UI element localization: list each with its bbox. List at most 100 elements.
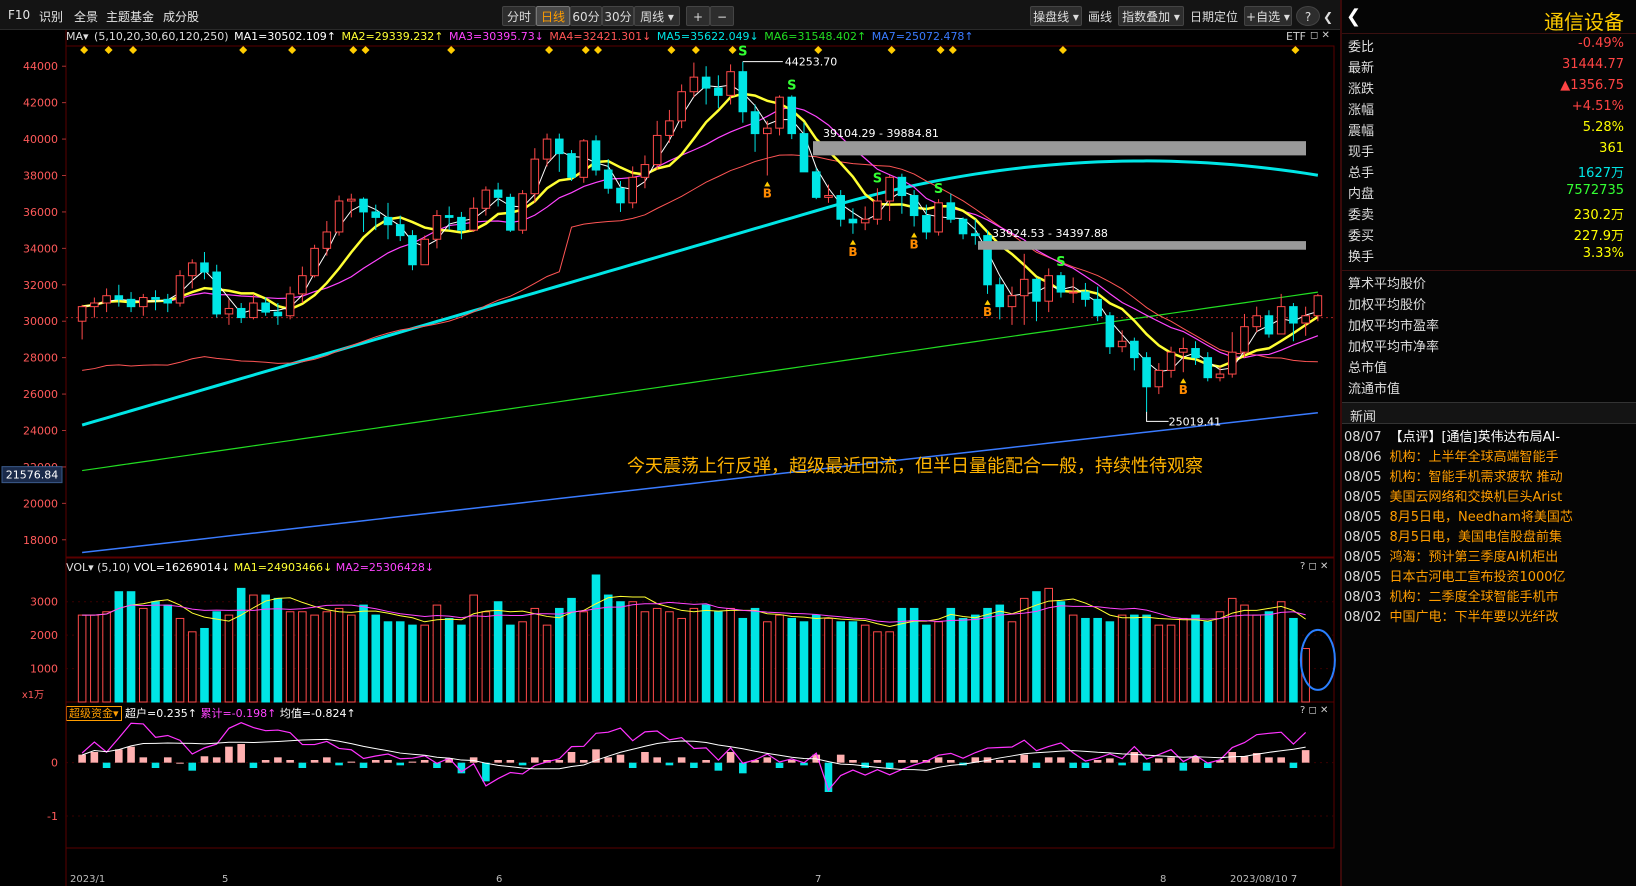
quote-value: 227.9万	[1573, 229, 1624, 244]
capital-bar	[1069, 762, 1077, 768]
trading-line-dropdown[interactable]: 操盘线 ▾	[1030, 6, 1082, 26]
signal-diamond-icon	[814, 46, 823, 54]
capital-bar	[1057, 757, 1065, 763]
add-watchlist-dropdown[interactable]: +自选 ▾	[1244, 6, 1292, 26]
price-axis-label: 32000	[23, 279, 58, 292]
candle-body	[114, 295, 124, 300]
volume-bar	[750, 607, 760, 703]
overview-button[interactable]: 全景	[74, 8, 98, 25]
signal-diamond-icon	[545, 46, 554, 54]
candle-body	[493, 189, 503, 198]
news-item[interactable]: 08/06 机构：上半年全球高端智能手	[1342, 444, 1636, 464]
candle-body	[457, 216, 466, 231]
period-tab-30min[interactable]: 30分	[602, 6, 634, 26]
quote-row: 委买 227.9万	[1342, 223, 1636, 244]
capital-bar	[1118, 762, 1126, 766]
quote-value: 31444.77	[1561, 57, 1624, 72]
candle-body	[628, 176, 637, 204]
news-header[interactable]: 新闻	[1342, 402, 1636, 425]
capital-bar	[934, 757, 943, 763]
volume-bar	[909, 607, 919, 703]
candle-body	[371, 211, 381, 218]
zoom-out-button[interactable]: −	[710, 6, 734, 26]
average-item[interactable]: 加权平均市盈率	[1342, 313, 1636, 334]
candle-body	[175, 275, 185, 304]
news-item[interactable]: 08/03 机构：二季度全球智能手机市	[1342, 584, 1636, 604]
volume-bar	[224, 614, 234, 703]
candle-body	[432, 215, 442, 240]
capital-bar	[1265, 757, 1273, 763]
candle-body	[689, 76, 699, 93]
identify-button[interactable]: 识别	[39, 8, 63, 25]
volume-bar	[885, 631, 894, 703]
volume-bar	[457, 624, 466, 703]
capital-bar	[677, 757, 686, 763]
news-list: 08/07 【点评】[通信]英伟达布局AI- 08/06 机构：上半年全球高端智能手 0…	[1342, 424, 1636, 624]
news-item[interactable]: 08/02 中国广电：下半年要以光纤改	[1342, 604, 1636, 624]
volume-bar	[616, 601, 625, 703]
collapse-icon[interactable]: ❮	[1316, 6, 1340, 26]
candle-body	[102, 295, 111, 304]
volume-bar	[408, 624, 417, 703]
candle-body	[726, 71, 735, 96]
news-item[interactable]: 08/05 鸿海：预计第三季度AI机柜出	[1342, 544, 1636, 564]
quote-value: 7572735	[1566, 183, 1624, 198]
buy-signal-label: B	[910, 238, 919, 252]
period-tab-intraday[interactable]: 分时	[502, 6, 536, 26]
f10-button[interactable]: F10	[8, 8, 30, 22]
draw-line-button[interactable]: 画线	[1084, 6, 1116, 26]
candle-body	[1276, 306, 1286, 335]
news-item[interactable]: 08/05 日本古河电工宣布投资1000亿	[1342, 564, 1636, 584]
candle-body	[359, 198, 368, 213]
period-tab-daily[interactable]: 日线	[536, 6, 570, 26]
candle-body	[126, 298, 136, 308]
average-item[interactable]: 流通市值	[1342, 376, 1636, 397]
news-item[interactable]: 08/05 美国云网络和交换机巨头Arist	[1342, 484, 1636, 504]
price-axis-label: 34000	[23, 242, 58, 255]
period-tab-weekly[interactable]: 周线 ▾	[634, 6, 680, 26]
quote-label: 委买	[1348, 229, 1375, 244]
average-item[interactable]: 算术平均股价	[1342, 271, 1636, 292]
period-tab-60min[interactable]: 60分	[570, 6, 602, 26]
volume-bar	[383, 621, 393, 703]
news-item[interactable]: 08/05 机构：智能手机需求疲软 推动	[1342, 464, 1636, 484]
candle-body	[90, 302, 99, 308]
news-item[interactable]: 08/05 8月5日电，Needham将美国芯	[1342, 504, 1636, 524]
capital-pane-frame	[65, 701, 1335, 849]
news-item[interactable]: 08/07 【点评】[通信]英伟达布局AI-	[1342, 424, 1636, 444]
capital-bar	[739, 762, 747, 774]
signal-diamond-icon	[581, 46, 590, 54]
volume-bar	[1166, 624, 1176, 703]
volume-bar	[860, 624, 870, 703]
average-item[interactable]: 总市值	[1342, 355, 1636, 376]
components-button[interactable]: 成分股	[163, 8, 199, 25]
capital-bar	[212, 757, 221, 763]
volume-bar	[444, 617, 454, 703]
candle-body	[995, 284, 1005, 308]
date-locate-button[interactable]: 日期定位	[1186, 6, 1242, 26]
signal-diamond-icon	[447, 46, 456, 54]
theme-fund-button[interactable]: 主题基金	[106, 8, 154, 25]
volume-bar	[322, 611, 332, 703]
signal-diamond-icon	[361, 46, 370, 54]
candle-body	[1093, 298, 1102, 317]
capital-bar	[127, 746, 135, 763]
volume-bar	[677, 617, 686, 703]
volume-bar	[971, 614, 980, 703]
volume-bar	[200, 627, 209, 703]
volume-axis-label: 1000	[30, 663, 58, 676]
candle-body	[775, 96, 784, 129]
high-price-label: 44253.70	[785, 56, 838, 69]
average-item[interactable]: 加权平均市净率	[1342, 334, 1636, 355]
news-item[interactable]: 08/05 8月5日电，美国电信股盘前集	[1342, 524, 1636, 544]
back-icon[interactable]: ❮	[1346, 6, 1361, 27]
volume-bar	[555, 607, 564, 703]
volume-bar	[298, 611, 307, 703]
volume-bar	[1289, 617, 1298, 703]
zoom-in-button[interactable]: +	[686, 6, 710, 26]
candle-body	[1264, 315, 1274, 335]
average-item[interactable]: 加权平均股价	[1342, 292, 1636, 313]
index-overlay-dropdown[interactable]: 指数叠加 ▾	[1118, 6, 1184, 26]
volume-bar	[1093, 617, 1102, 703]
capital-bar	[1191, 757, 1200, 763]
